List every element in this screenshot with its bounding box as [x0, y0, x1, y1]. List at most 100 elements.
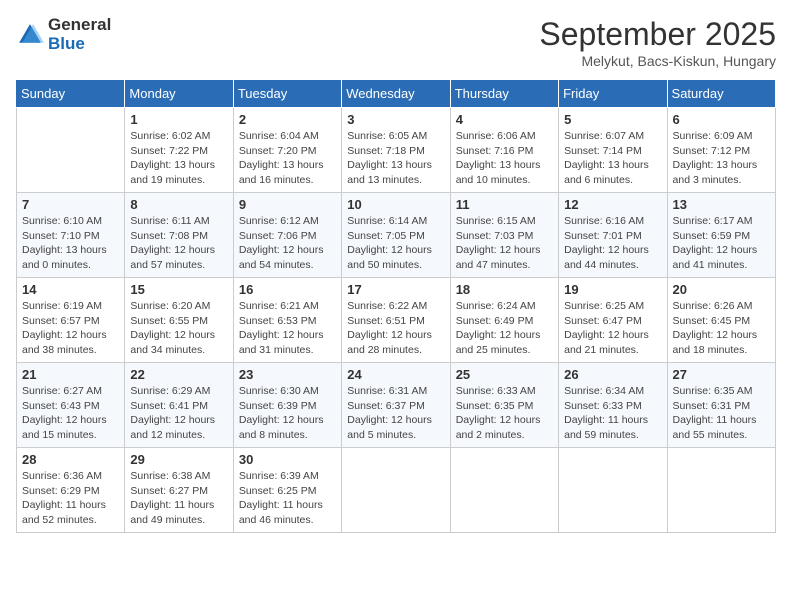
day-number: 12: [564, 197, 661, 212]
logo: General Blue: [16, 16, 111, 53]
day-info: Sunrise: 6:06 AMSunset: 7:16 PMDaylight:…: [456, 129, 553, 188]
calendar-cell: 17 Sunrise: 6:22 AMSunset: 6:51 PMDayligh…: [342, 278, 450, 363]
day-info: Sunrise: 6:27 AMSunset: 6:43 PMDaylight:…: [22, 384, 119, 443]
calendar-cell: 20 Sunrise: 6:26 AMSunset: 6:45 PMDayligh…: [667, 278, 775, 363]
day-number: 13: [673, 197, 770, 212]
day-info: Sunrise: 6:14 AMSunset: 7:05 PMDaylight:…: [347, 214, 444, 273]
day-number: 29: [130, 452, 227, 467]
day-number: 25: [456, 367, 553, 382]
day-number: 27: [673, 367, 770, 382]
day-info: Sunrise: 6:16 AMSunset: 7:01 PMDaylight:…: [564, 214, 661, 273]
day-info: Sunrise: 6:22 AMSunset: 6:51 PMDaylight:…: [347, 299, 444, 358]
calendar-week-row: 14 Sunrise: 6:19 AMSunset: 6:57 PMDayligh…: [17, 278, 776, 363]
day-number: 4: [456, 112, 553, 127]
calendar-week-row: 21 Sunrise: 6:27 AMSunset: 6:43 PMDayligh…: [17, 363, 776, 448]
day-number: 10: [347, 197, 444, 212]
weekday-header-thursday: Thursday: [450, 80, 558, 108]
day-info: Sunrise: 6:19 AMSunset: 6:57 PMDaylight:…: [22, 299, 119, 358]
day-info: Sunrise: 6:17 AMSunset: 6:59 PMDaylight:…: [673, 214, 770, 273]
day-number: 16: [239, 282, 336, 297]
calendar-cell: 28 Sunrise: 6:36 AMSunset: 6:29 PMDayligh…: [17, 448, 125, 533]
weekday-header-tuesday: Tuesday: [233, 80, 341, 108]
title-area: September 2025 Melykut, Bacs-Kiskun, Hun…: [539, 16, 776, 69]
day-info: Sunrise: 6:05 AMSunset: 7:18 PMDaylight:…: [347, 129, 444, 188]
calendar-cell: 13 Sunrise: 6:17 AMSunset: 6:59 PMDayligh…: [667, 193, 775, 278]
calendar-cell: 15Sunrise: 6:20 AMSunset: 6:55 PMDayligh…: [125, 278, 233, 363]
calendar-cell: [342, 448, 450, 533]
weekday-header-wednesday: Wednesday: [342, 80, 450, 108]
weekday-header-sunday: Sunday: [17, 80, 125, 108]
calendar-week-row: 7 Sunrise: 6:10 AMSunset: 7:10 PMDaylight…: [17, 193, 776, 278]
day-info: Sunrise: 6:25 AMSunset: 6:47 PMDaylight:…: [564, 299, 661, 358]
calendar-cell: 22 Sunrise: 6:29 AMSunset: 6:41 PMDayligh…: [125, 363, 233, 448]
day-number: 28: [22, 452, 119, 467]
day-number: 23: [239, 367, 336, 382]
calendar-week-row: 1 Sunrise: 6:02 AMSunset: 7:22 PMDaylight…: [17, 108, 776, 193]
day-number: 11: [456, 197, 553, 212]
day-info: Sunrise: 6:35 AMSunset: 6:31 PMDaylight:…: [673, 384, 770, 443]
day-info: Sunrise: 6:07 AMSunset: 7:14 PMDaylight:…: [564, 129, 661, 188]
calendar-cell: 19 Sunrise: 6:25 AMSunset: 6:47 PMDayligh…: [559, 278, 667, 363]
calendar-week-row: 28 Sunrise: 6:36 AMSunset: 6:29 PMDayligh…: [17, 448, 776, 533]
day-number: 7: [22, 197, 119, 212]
logo-blue-text: Blue: [48, 35, 111, 54]
day-info: Sunrise: 6:36 AMSunset: 6:29 PMDaylight:…: [22, 469, 119, 528]
calendar-cell: 24Sunrise: 6:31 AMSunset: 6:37 PMDayligh…: [342, 363, 450, 448]
calendar-cell: 29Sunrise: 6:38 AMSunset: 6:27 PMDayligh…: [125, 448, 233, 533]
logo-icon: [16, 21, 44, 49]
calendar-cell: 18 Sunrise: 6:24 AMSunset: 6:49 PMDayligh…: [450, 278, 558, 363]
calendar-cell: 26 Sunrise: 6:34 AMSunset: 6:33 PMDayligh…: [559, 363, 667, 448]
day-number: 20: [673, 282, 770, 297]
day-info: Sunrise: 6:15 AMSunset: 7:03 PMDaylight:…: [456, 214, 553, 273]
weekday-header-monday: Monday: [125, 80, 233, 108]
day-info: Sunrise: 6:34 AMSunset: 6:33 PMDaylight:…: [564, 384, 661, 443]
calendar-cell: 3 Sunrise: 6:05 AMSunset: 7:18 PMDaylight…: [342, 108, 450, 193]
calendar-cell: 25Sunrise: 6:33 AMSunset: 6:35 PMDayligh…: [450, 363, 558, 448]
day-number: 9: [239, 197, 336, 212]
day-number: 22: [130, 367, 227, 382]
calendar-cell: 16Sunrise: 6:21 AMSunset: 6:53 PMDayligh…: [233, 278, 341, 363]
day-info: Sunrise: 6:04 AMSunset: 7:20 PMDaylight:…: [239, 129, 336, 188]
calendar-cell: 21 Sunrise: 6:27 AMSunset: 6:43 PMDayligh…: [17, 363, 125, 448]
day-number: 1: [130, 112, 227, 127]
day-info: Sunrise: 6:26 AMSunset: 6:45 PMDaylight:…: [673, 299, 770, 358]
day-number: 26: [564, 367, 661, 382]
day-info: Sunrise: 6:30 AMSunset: 6:39 PMDaylight:…: [239, 384, 336, 443]
calendar-cell: 5Sunrise: 6:07 AMSunset: 7:14 PMDaylight…: [559, 108, 667, 193]
day-info: Sunrise: 6:12 AMSunset: 7:06 PMDaylight:…: [239, 214, 336, 273]
calendar-cell: 1 Sunrise: 6:02 AMSunset: 7:22 PMDaylight…: [125, 108, 233, 193]
calendar-cell: 14 Sunrise: 6:19 AMSunset: 6:57 PMDayligh…: [17, 278, 125, 363]
calendar-cell: [17, 108, 125, 193]
calendar-cell: 23 Sunrise: 6:30 AMSunset: 6:39 PMDayligh…: [233, 363, 341, 448]
calendar-cell: 27 Sunrise: 6:35 AMSunset: 6:31 PMDayligh…: [667, 363, 775, 448]
day-number: 17: [347, 282, 444, 297]
day-number: 14: [22, 282, 119, 297]
logo-general-text: General: [48, 16, 111, 35]
month-title: September 2025: [539, 16, 776, 53]
calendar-cell: 8Sunrise: 6:11 AMSunset: 7:08 PMDaylight…: [125, 193, 233, 278]
weekday-header-saturday: Saturday: [667, 80, 775, 108]
day-number: 18: [456, 282, 553, 297]
calendar-cell: [667, 448, 775, 533]
day-number: 24: [347, 367, 444, 382]
day-info: Sunrise: 6:10 AMSunset: 7:10 PMDaylight:…: [22, 214, 119, 273]
day-info: Sunrise: 6:39 AMSunset: 6:25 PMDaylight:…: [239, 469, 336, 528]
calendar-cell: 6 Sunrise: 6:09 AMSunset: 7:12 PMDaylight…: [667, 108, 775, 193]
day-number: 8: [130, 197, 227, 212]
day-number: 21: [22, 367, 119, 382]
day-info: Sunrise: 6:20 AMSunset: 6:55 PMDaylight:…: [130, 299, 227, 358]
day-number: 19: [564, 282, 661, 297]
calendar-cell: 9 Sunrise: 6:12 AMSunset: 7:06 PMDaylight…: [233, 193, 341, 278]
calendar-cell: 2Sunrise: 6:04 AMSunset: 7:20 PMDaylight…: [233, 108, 341, 193]
calendar-cell: [450, 448, 558, 533]
day-info: Sunrise: 6:24 AMSunset: 6:49 PMDaylight:…: [456, 299, 553, 358]
day-number: 3: [347, 112, 444, 127]
weekday-header-friday: Friday: [559, 80, 667, 108]
day-info: Sunrise: 6:02 AMSunset: 7:22 PMDaylight:…: [130, 129, 227, 188]
day-info: Sunrise: 6:29 AMSunset: 6:41 PMDaylight:…: [130, 384, 227, 443]
calendar-table: SundayMondayTuesdayWednesdayThursdayFrid…: [16, 79, 776, 533]
weekday-header-row: SundayMondayTuesdayWednesdayThursdayFrid…: [17, 80, 776, 108]
day-number: 6: [673, 112, 770, 127]
calendar-cell: 7 Sunrise: 6:10 AMSunset: 7:10 PMDaylight…: [17, 193, 125, 278]
day-info: Sunrise: 6:09 AMSunset: 7:12 PMDaylight:…: [673, 129, 770, 188]
